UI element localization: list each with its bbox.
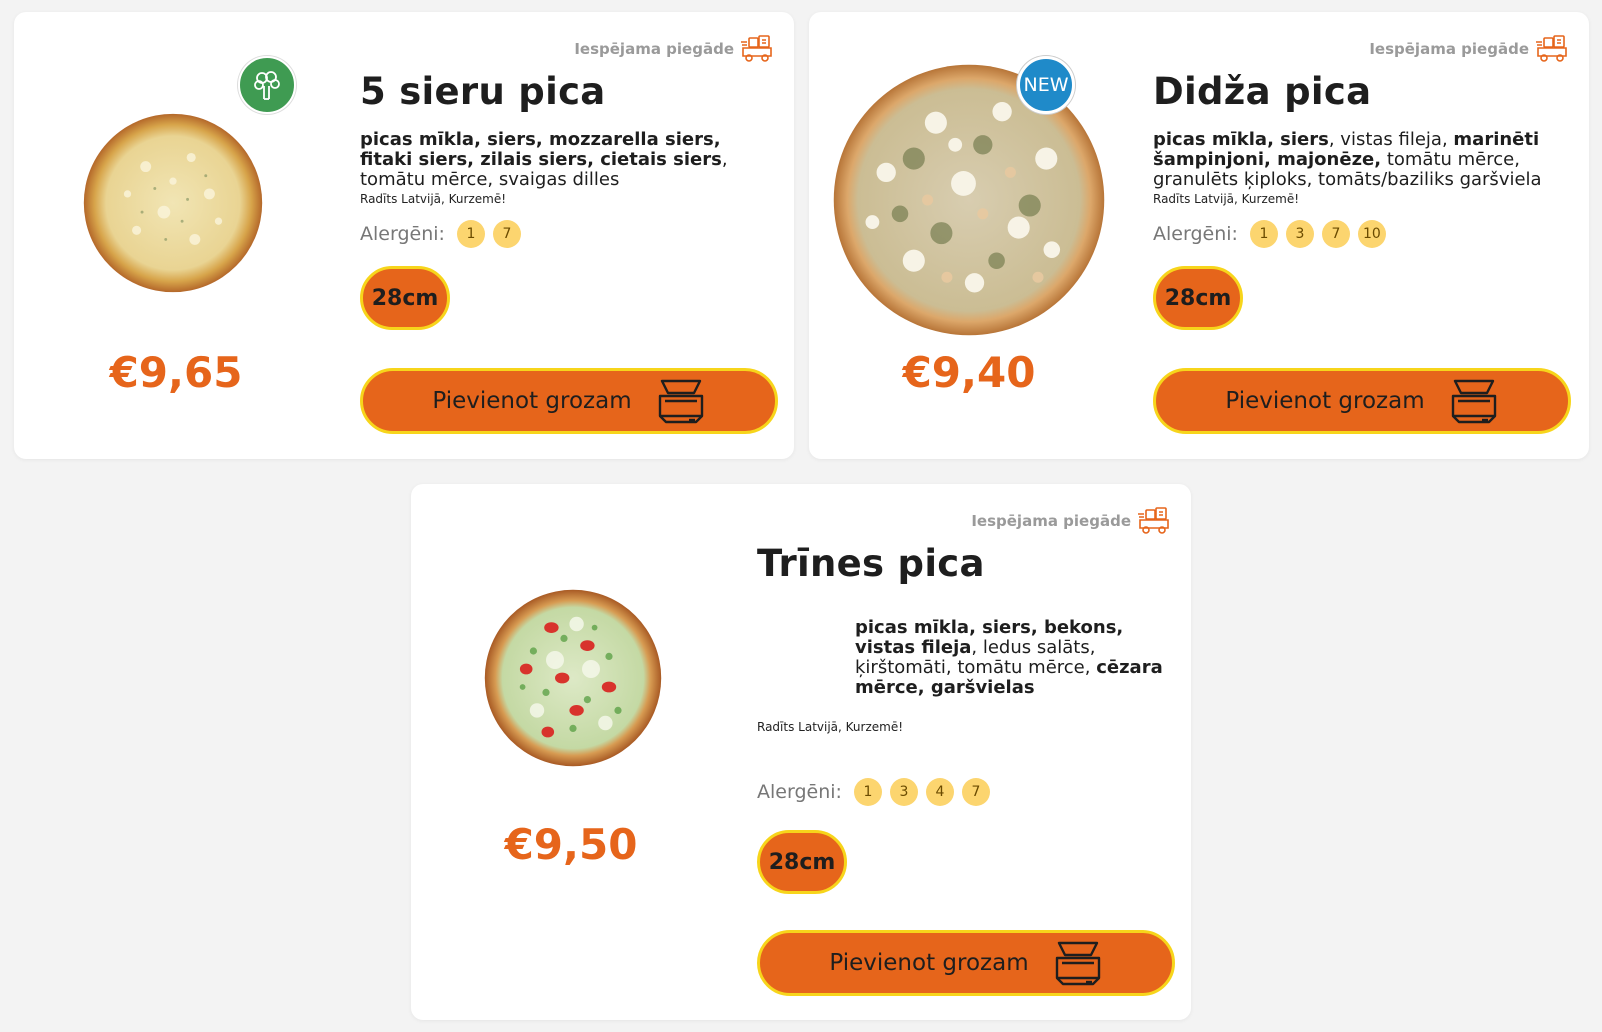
pizza-image <box>83 113 263 293</box>
allergens-label: Alergēni: <box>1153 223 1238 245</box>
delivery-truck-icon <box>1137 506 1171 536</box>
origin-note: Radīts Latvijā, Kurzemē! <box>360 192 507 206</box>
add-to-cart-button[interactable]: Pievienot grozam <box>757 930 1175 996</box>
allergen-badge[interactable]: 10 <box>1357 220 1386 248</box>
product-card-5-sieru: Iespējama piegāde €9,65 5 sieru pica pic… <box>14 12 794 459</box>
allergens-row: Alergēni: 1 3 4 7 <box>757 778 990 806</box>
allergens-row: Alergēni: 1 7 <box>360 220 521 248</box>
pizza-box-icon <box>1053 940 1103 986</box>
description-text: , vistas fileja, <box>1328 129 1454 150</box>
allergen-badge[interactable]: 1 <box>456 220 485 248</box>
pizza-box-icon <box>1449 378 1499 424</box>
delivery-label: Iespējama piegāde <box>1369 40 1529 58</box>
product-description: picas mīkla, siers, bekons, vistas filej… <box>855 618 1175 698</box>
vegetarian-icon <box>238 56 296 114</box>
allergen-badge[interactable]: 7 <box>961 778 990 806</box>
size-option[interactable]: 28cm <box>1153 266 1243 330</box>
delivery-truck-icon <box>1535 34 1569 64</box>
price: €9,65 <box>109 348 243 397</box>
allergen-badge[interactable]: 3 <box>1285 220 1314 248</box>
add-to-cart-button[interactable]: Pievienot grozam <box>360 368 778 434</box>
allergens-label: Alergēni: <box>360 223 445 245</box>
allergen-badge[interactable]: 7 <box>1321 220 1350 248</box>
allergen-badge[interactable]: 7 <box>492 220 521 248</box>
origin-note: Radīts Latvijā, Kurzemē! <box>1153 192 1300 206</box>
add-to-cart-button[interactable]: Pievienot grozam <box>1153 368 1571 434</box>
delivery-label: Iespējama piegāde <box>971 512 1131 530</box>
price: €9,50 <box>504 820 638 869</box>
delivery-label: Iespējama piegāde <box>574 40 734 58</box>
product-title: 5 sieru pica <box>360 70 606 113</box>
product-card-didza: Iespējama piegāde NEW €9,40 Didža pica p… <box>809 12 1589 459</box>
product-title: Trīnes pica <box>757 542 985 585</box>
price: €9,40 <box>902 348 1036 397</box>
product-description: picas mīkla, siers, vistas fileja, marin… <box>1153 130 1573 190</box>
allergen-badge[interactable]: 1 <box>1249 220 1278 248</box>
origin-note: Radīts Latvijā, Kurzemē! <box>757 720 904 734</box>
delivery-info: Iespējama piegāde <box>574 34 774 64</box>
pizza-box-icon <box>656 378 706 424</box>
description-bold: picas mīkla, siers <box>1153 129 1329 150</box>
product-card-trines: Iespējama piegāde €9,50 Trīnes pica pica… <box>411 484 1191 1020</box>
size-option[interactable]: 28cm <box>757 830 847 894</box>
size-option[interactable]: 28cm <box>360 266 450 330</box>
delivery-info: Iespējama piegāde <box>971 506 1171 536</box>
product-title: Didža pica <box>1153 70 1372 113</box>
new-badge: NEW <box>1017 56 1075 114</box>
description-bold: picas mīkla, siers, mozzarella siers, fi… <box>360 129 722 170</box>
pizza-image <box>484 589 662 767</box>
allergens-row: Alergēni: 1 3 7 10 <box>1153 220 1386 248</box>
add-to-cart-label: Pievienot grozam <box>829 950 1029 976</box>
allergen-badge[interactable]: 3 <box>889 778 918 806</box>
allergen-badge[interactable]: 1 <box>853 778 882 806</box>
add-to-cart-label: Pievienot grozam <box>432 388 632 414</box>
allergens-label: Alergēni: <box>757 781 842 803</box>
add-to-cart-label: Pievienot grozam <box>1225 388 1425 414</box>
product-description: picas mīkla, siers, mozzarella siers, fi… <box>360 130 770 190</box>
delivery-truck-icon <box>740 34 774 64</box>
allergen-badge[interactable]: 4 <box>925 778 954 806</box>
delivery-info: Iespējama piegāde <box>1369 34 1569 64</box>
